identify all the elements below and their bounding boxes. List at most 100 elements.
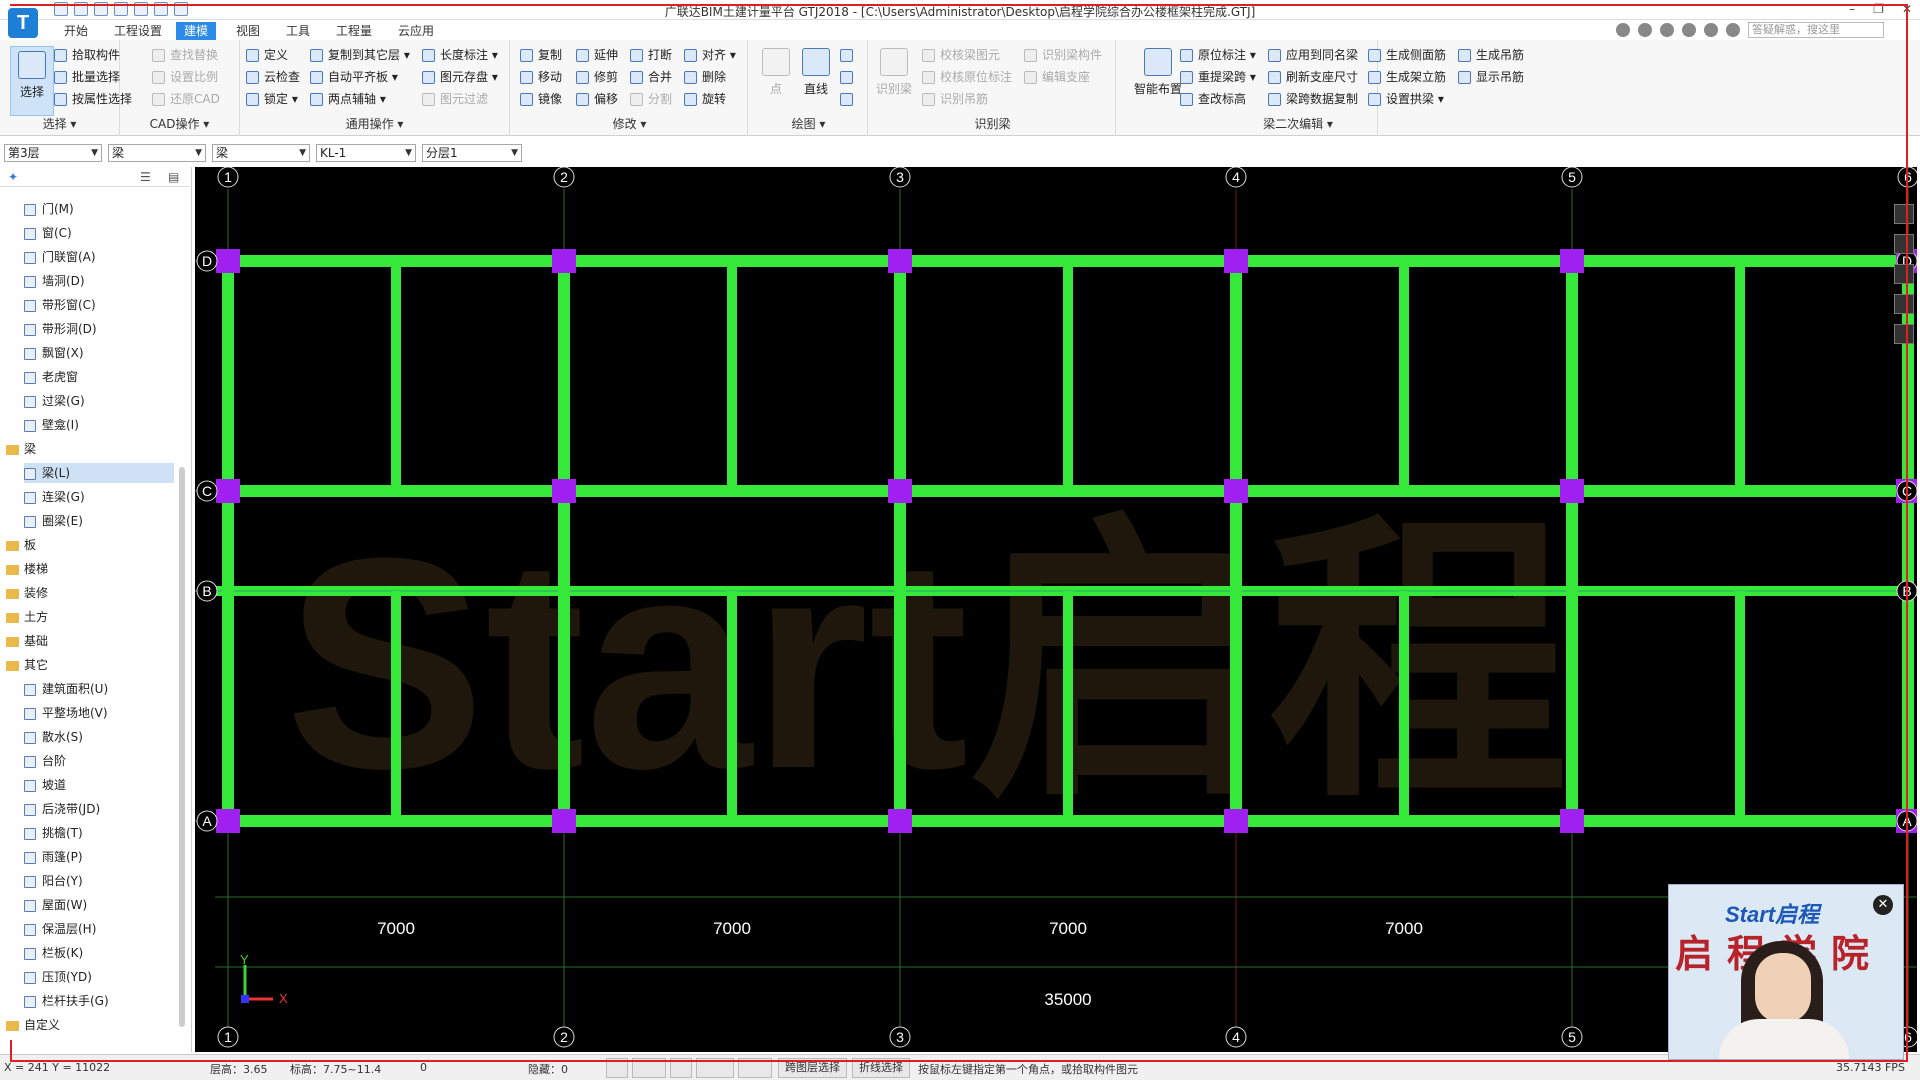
tree-folder[interactable]: 板 bbox=[6, 535, 176, 555]
drawing-canvas[interactable]: Start启程112233445566DDCCBBAA7000700070007… bbox=[195, 167, 1917, 1052]
tab-start[interactable]: 开始 bbox=[56, 22, 96, 40]
move-button[interactable]: 移动 bbox=[518, 68, 562, 86]
zoom-icon[interactable] bbox=[1894, 204, 1914, 224]
help-search-input[interactable]: 答疑解惑，搜这里 bbox=[1748, 22, 1884, 38]
tree-item[interactable]: 栏杆扶手(G) bbox=[24, 991, 174, 1011]
view-cube-icon[interactable] bbox=[1894, 324, 1914, 344]
layer-select[interactable]: 分层1 ▼ bbox=[422, 144, 522, 162]
tree-folder[interactable]: 其它 bbox=[6, 655, 176, 675]
tree-item[interactable]: 散水(S) bbox=[24, 727, 174, 747]
tree-item[interactable]: 平整场地(V) bbox=[24, 703, 174, 723]
gen-hanger-button[interactable]: 生成吊筋 bbox=[1456, 46, 1524, 64]
tree-item[interactable]: 后浇带(JD) bbox=[24, 799, 174, 819]
tree-item[interactable]: 屋面(W) bbox=[24, 895, 174, 915]
line-button[interactable]: 直线 bbox=[794, 48, 838, 97]
tree-scrollbar[interactable] bbox=[179, 467, 185, 1027]
category-select[interactable]: 梁 ▼ bbox=[108, 144, 206, 162]
tree-item[interactable]: 门(M) bbox=[24, 199, 174, 219]
tree-item[interactable]: 壁龛(I) bbox=[24, 415, 174, 435]
orbit-icon[interactable] bbox=[1894, 264, 1914, 284]
refresh-support-button[interactable]: 刷新支座尺寸 bbox=[1266, 68, 1358, 86]
find-replace-button[interactable]: 查找替换 bbox=[150, 46, 218, 64]
gen-side-rebar-button[interactable]: 生成侧面筋 bbox=[1366, 46, 1446, 64]
auto-align-slab-button[interactable]: 自动平齐板 ▾ bbox=[308, 68, 398, 86]
select-button[interactable]: 选择 bbox=[10, 46, 54, 116]
two-point-axis-button[interactable]: 两点辅轴 ▾ bbox=[308, 90, 386, 108]
show-hanger-button[interactable]: 显示吊筋 bbox=[1456, 68, 1524, 86]
tab-project-settings[interactable]: 工程设置 bbox=[106, 22, 170, 40]
tab-cloud[interactable]: 云应用 bbox=[390, 22, 442, 40]
shirt-icon[interactable] bbox=[1704, 23, 1718, 37]
batch-select-button[interactable]: 批量选择 bbox=[52, 68, 120, 86]
tree-item[interactable]: 连梁(G) bbox=[24, 487, 174, 507]
tree-item[interactable]: 飘窗(X) bbox=[24, 343, 174, 363]
help-icon[interactable] bbox=[1682, 23, 1696, 37]
apply-same-name-button[interactable]: 应用到同名梁 bbox=[1266, 46, 1358, 64]
tab-view[interactable]: 视图 bbox=[228, 22, 268, 40]
tree-item[interactable]: 过梁(G) bbox=[24, 391, 174, 411]
tree-item[interactable]: 雨篷(P) bbox=[24, 847, 174, 867]
tree-item[interactable]: 墙洞(D) bbox=[24, 271, 174, 291]
list-icon[interactable]: ☰ bbox=[140, 170, 151, 184]
chat-icon[interactable] bbox=[1660, 23, 1674, 37]
arc-button[interactable] bbox=[838, 46, 858, 64]
split-button[interactable]: 分割 bbox=[628, 90, 672, 108]
tree-item[interactable]: 圈梁(E) bbox=[24, 511, 174, 531]
check-inplace-button[interactable]: 校核原位标注 bbox=[920, 68, 1012, 86]
smart-layout-button[interactable]: 智能布置 bbox=[1132, 48, 1184, 97]
tab-quantities[interactable]: 工程量 bbox=[328, 22, 380, 40]
tab-tools[interactable]: 工具 bbox=[278, 22, 318, 40]
tree-item[interactable]: 带形窗(C) bbox=[24, 295, 174, 315]
refresh-view-icon[interactable] bbox=[1894, 294, 1914, 314]
name-select[interactable]: KL-1 ▼ bbox=[316, 144, 416, 162]
element-filter-button[interactable]: 图元过滤 bbox=[420, 90, 488, 108]
delete-button[interactable]: 删除 bbox=[682, 68, 726, 86]
circle-button[interactable] bbox=[838, 68, 858, 86]
rotate-button[interactable]: 旋转 bbox=[682, 90, 726, 108]
pin-icon[interactable]: ✦ bbox=[8, 170, 18, 184]
extend-button[interactable]: 延伸 bbox=[574, 46, 618, 64]
merge-button[interactable]: 合并 bbox=[628, 68, 672, 86]
tree-item[interactable]: 压顶(YD) bbox=[24, 967, 174, 987]
save-element-button[interactable]: 图元存盘 ▾ bbox=[420, 68, 498, 86]
tree-item[interactable]: 建筑面积(U) bbox=[24, 679, 174, 699]
align-button[interactable]: 对齐 ▾ bbox=[682, 46, 736, 64]
length-dim-button[interactable]: 长度标注 ▾ bbox=[420, 46, 498, 64]
gen-erection-bar-button[interactable]: 生成架立筋 bbox=[1366, 68, 1446, 86]
set-scale-button[interactable]: 设置比例 bbox=[150, 68, 218, 86]
tree-item[interactable]: 门联窗(A) bbox=[24, 247, 174, 267]
cad-drawing[interactable]: Start启程112233445566DDCCBBAA7000700070007… bbox=[195, 167, 1917, 1052]
re-extract-span-button[interactable]: 重提梁跨 ▾ bbox=[1178, 68, 1256, 86]
tree-item[interactable]: 阳台(Y) bbox=[24, 871, 174, 891]
tree-folder[interactable]: 梁 bbox=[6, 439, 176, 459]
tree-item[interactable]: 坡道 bbox=[24, 775, 174, 795]
panel-layout-icon[interactable]: ▤ bbox=[168, 170, 179, 184]
identify-beam-button[interactable]: 识别梁 bbox=[872, 48, 916, 97]
break-button[interactable]: 打断 bbox=[628, 46, 672, 64]
tree-folder[interactable]: 土方 bbox=[6, 607, 176, 627]
cloud-check-button[interactable]: 云检查 bbox=[244, 68, 300, 86]
copy-to-floor-button[interactable]: 复制到其它层 ▾ bbox=[308, 46, 410, 64]
edit-support-button[interactable]: 编辑支座 bbox=[1022, 68, 1090, 86]
tree-item[interactable]: 带形洞(D) bbox=[24, 319, 174, 339]
tree-folder[interactable]: 自定义 bbox=[6, 1015, 176, 1035]
edit-elevation-button[interactable]: 查改标高 bbox=[1178, 90, 1246, 108]
identify-hanger-button[interactable]: 识别吊筋 bbox=[920, 90, 988, 108]
copy-button[interactable]: 复制 bbox=[518, 46, 562, 64]
identify-beam-component-button[interactable]: 识别梁构件 bbox=[1022, 46, 1102, 64]
set-arch-beam-button[interactable]: 设置拱梁 ▾ bbox=[1366, 90, 1444, 108]
offset-button[interactable]: 偏移 bbox=[574, 90, 618, 108]
tree-item[interactable]: 栏板(K) bbox=[24, 943, 174, 963]
span-data-copy-button[interactable]: 梁跨数据复制 bbox=[1266, 90, 1358, 108]
floor-select[interactable]: 第3层 ▼ bbox=[4, 144, 102, 162]
tree-folder[interactable]: 装修 bbox=[6, 583, 176, 603]
point-button[interactable]: 点 bbox=[754, 48, 798, 97]
bell-icon[interactable] bbox=[1638, 23, 1652, 37]
tree-folder[interactable]: 基础 bbox=[6, 631, 176, 651]
pick-component-button[interactable]: 拾取构件 bbox=[52, 46, 120, 64]
check-beam-button[interactable]: 校核梁图元 bbox=[920, 46, 1000, 64]
tab-modeling[interactable]: 建模 bbox=[176, 22, 217, 40]
tree-item[interactable]: 挑檐(T) bbox=[24, 823, 174, 843]
pan-icon[interactable] bbox=[1894, 234, 1914, 254]
inplace-annotation-button[interactable]: 原位标注 ▾ bbox=[1178, 46, 1256, 64]
